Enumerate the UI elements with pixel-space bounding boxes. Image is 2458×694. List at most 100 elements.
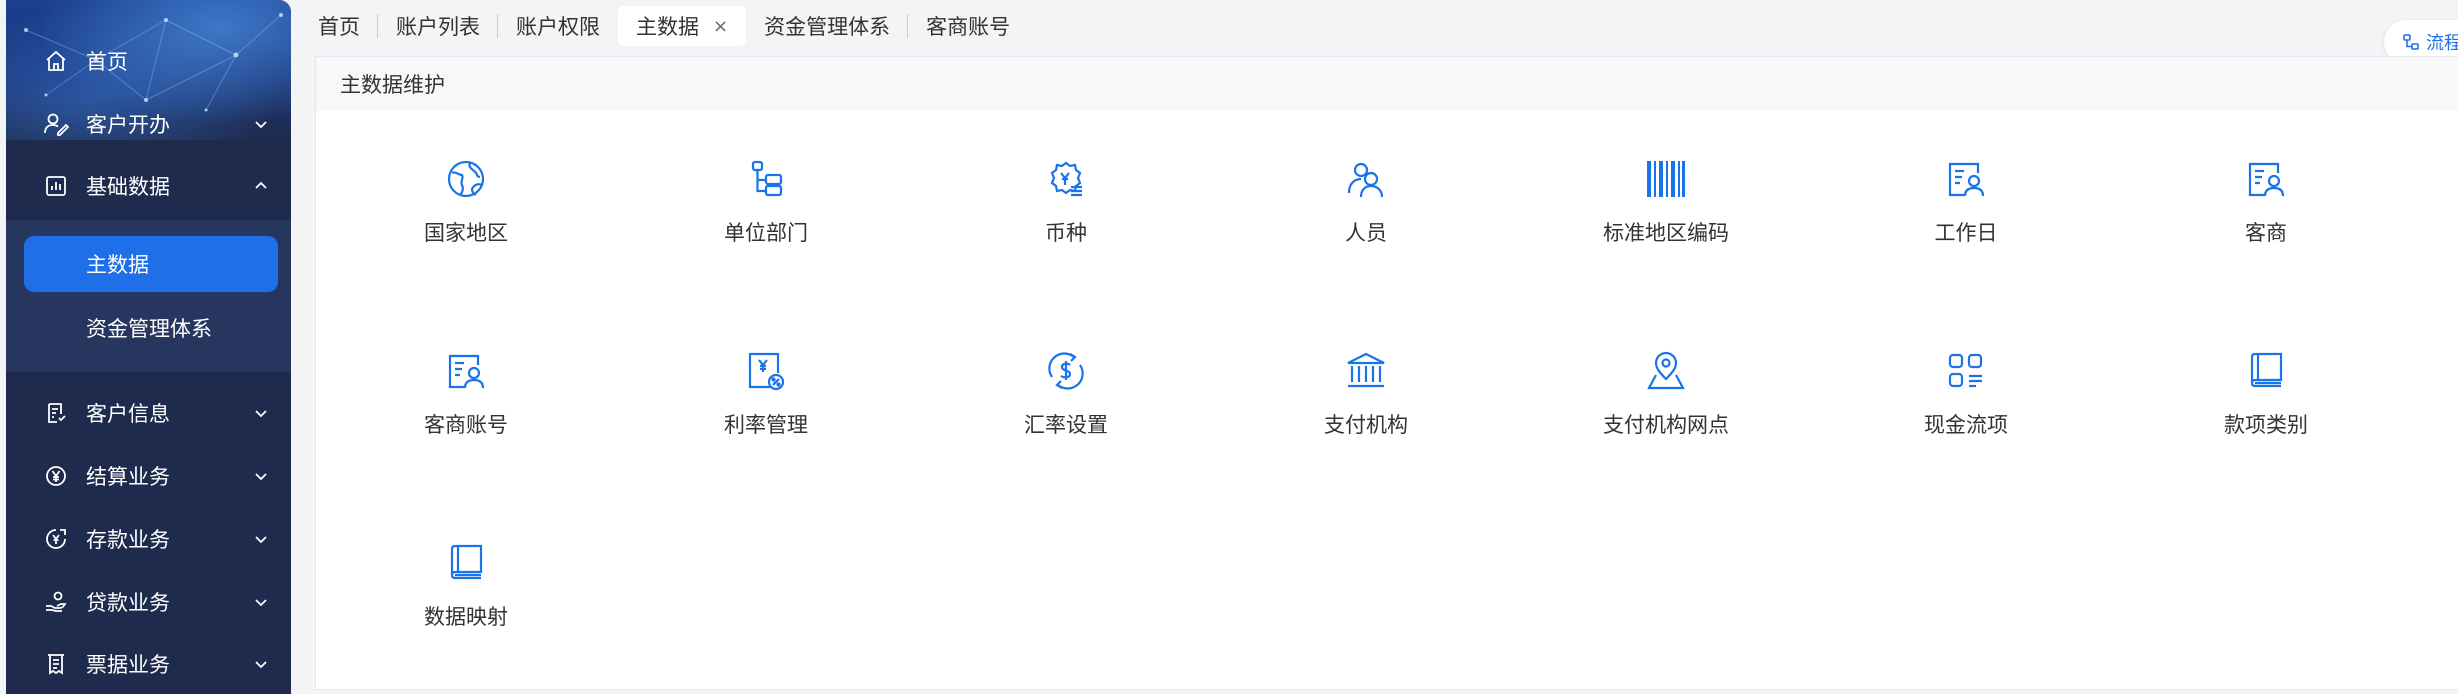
sidebar-item-label: 客户信息 [86, 402, 170, 426]
merchant-card-icon [2244, 157, 2288, 201]
grid-item-label: 利率管理 [724, 413, 808, 437]
grid-item-label: 工作日 [1934, 221, 1998, 245]
grid-item-label: 支付机构 [1324, 413, 1408, 437]
merchant-account-icon [444, 349, 488, 393]
grid-item-payment-institution[interactable]: 支付机构 [1266, 349, 1466, 459]
sidebar-item-base-data[interactable]: 基础数据 [6, 158, 291, 214]
grid-item-personnel[interactable]: 人员 [1266, 157, 1466, 267]
sidebar-item-loan[interactable]: 贷款业务 [6, 574, 291, 630]
grid-item-label: 客商 [2245, 221, 2287, 245]
interest-rate-icon [744, 349, 788, 393]
currency-gear-icon [1044, 157, 1088, 201]
loan-hand-icon [42, 588, 70, 616]
grid-item-label: 支付机构网点 [1603, 413, 1729, 437]
tab-label: 首页 [318, 15, 360, 39]
flow-button-label: 流程 [2426, 33, 2458, 54]
close-icon[interactable]: × [713, 16, 728, 37]
chevron-up-icon [255, 181, 267, 189]
yen-circle-icon [42, 462, 70, 490]
chevron-down-icon [255, 473, 267, 481]
grid-item-data-mapping[interactable]: 数据映射 [366, 541, 566, 651]
sidebar-item-home[interactable]: 首页 [6, 33, 291, 89]
sidebar: 首页 客户开办 基础数据 主数据 资金管理体系 客户信息 结算业务 存款业务 贷… [6, 0, 291, 694]
tab-master-data[interactable]: 主数据 × [618, 6, 747, 46]
panel-title: 主数据维护 [340, 73, 445, 97]
tab-merchant-account[interactable]: 客商账号 [908, 6, 1028, 46]
grid-item-workday[interactable]: 工作日 [1866, 157, 2066, 267]
grid-item-label: 人员 [1345, 221, 1387, 245]
grid-item-payment-category[interactable]: 款项类别 [2166, 349, 2366, 459]
grid-item-currency[interactable]: 币种 [966, 157, 1166, 267]
chevron-down-icon [255, 599, 267, 607]
tab-label: 主数据 [636, 15, 699, 39]
grid-item-merchant-account[interactable]: 客商账号 [366, 349, 566, 459]
submenu-item-label: 主数据 [86, 253, 149, 277]
grid-item-label: 客商账号 [424, 413, 508, 437]
book-icon [2244, 349, 2288, 393]
id-card-icon [1944, 157, 1988, 201]
grid-item-label: 标准地区编码 [1603, 221, 1729, 245]
grid-item-merchant[interactable]: 客商 [2166, 157, 2366, 267]
submenu-item-master-data[interactable]: 主数据 [24, 236, 278, 292]
user-edit-icon [42, 110, 70, 138]
globe-icon [444, 157, 488, 201]
grid-item-label: 现金流项 [1924, 413, 2008, 437]
sidebar-item-label: 首页 [86, 50, 128, 74]
panel-header: 主数据维护 [316, 57, 2458, 111]
deposit-icon [42, 525, 70, 553]
grid-apps-icon [1944, 349, 1988, 393]
grid-item-standard-region-code[interactable]: 标准地区编码 [1566, 157, 1766, 267]
grid-item-label: 款项类别 [2224, 413, 2308, 437]
tab-label: 账户权限 [516, 15, 600, 39]
tab-home[interactable]: 首页 [300, 6, 378, 46]
tab-label: 资金管理体系 [764, 15, 891, 39]
sidebar-item-label: 基础数据 [86, 175, 170, 199]
chevron-down-icon [255, 536, 267, 544]
sidebar-item-label: 票据业务 [86, 653, 170, 677]
chevron-down-icon [255, 410, 267, 418]
grid-item-label: 币种 [1045, 221, 1087, 245]
sidebar-item-label: 结算业务 [86, 465, 170, 489]
grid-item-country-region[interactable]: 国家地区 [366, 157, 566, 267]
chevron-down-icon [255, 121, 267, 129]
sidebar-item-deposit[interactable]: 存款业务 [6, 511, 291, 567]
document-list-icon [42, 399, 70, 427]
sidebar-item-label: 贷款业务 [86, 591, 170, 615]
chevron-down-icon [255, 661, 267, 669]
tab-bar: 首页 账户列表 账户权限 主数据 × 资金管理体系 客商账号 [300, 4, 1028, 48]
tab-label: 账户列表 [396, 15, 480, 39]
home-icon [42, 47, 70, 75]
barcode-icon [1644, 157, 1688, 201]
base-data-submenu: 主数据 资金管理体系 [6, 220, 291, 372]
bank-icon [1344, 349, 1388, 393]
submenu-item-label: 资金管理体系 [86, 317, 212, 341]
tab-account-list[interactable]: 账户列表 [378, 6, 498, 46]
data-chart-icon [42, 172, 70, 200]
org-tree-icon [744, 157, 788, 201]
grid-item-unit-department[interactable]: 单位部门 [666, 157, 866, 267]
grid-item-cash-flow[interactable]: 现金流项 [1866, 349, 2066, 459]
sidebar-item-customer-open[interactable]: 客户开办 [6, 96, 291, 152]
tab-account-permission[interactable]: 账户权限 [498, 6, 618, 46]
grid-item-label: 汇率设置 [1024, 413, 1108, 437]
dollar-exchange-icon [1044, 349, 1088, 393]
bill-icon [42, 650, 70, 678]
tab-fund-system[interactable]: 资金管理体系 [746, 6, 909, 46]
sidebar-item-bill[interactable]: 票据业务 [6, 636, 291, 692]
people-icon [1344, 157, 1388, 201]
flow-icon [2403, 34, 2419, 50]
grid-item-label: 国家地区 [424, 221, 508, 245]
grid-item-label: 数据映射 [424, 605, 508, 629]
grid-item-interest-rate[interactable]: 利率管理 [666, 349, 866, 459]
sidebar-item-label: 客户开办 [86, 113, 170, 137]
sidebar-item-customer-info[interactable]: 客户信息 [6, 385, 291, 441]
data-book-icon [444, 541, 488, 585]
submenu-item-fund-system[interactable]: 资金管理体系 [24, 300, 278, 356]
grid-item-payment-outlet[interactable]: 支付机构网点 [1566, 349, 1766, 459]
sidebar-item-settlement[interactable]: 结算业务 [6, 448, 291, 504]
grid-item-exchange-rate[interactable]: 汇率设置 [966, 349, 1166, 459]
map-pin-icon [1644, 349, 1688, 393]
master-data-panel: 主数据维护 国家地区 单位部门 币种 人员 标准地区编码 工作日 客商 客商账号… [315, 56, 2458, 690]
sidebar-item-label: 存款业务 [86, 528, 170, 552]
tab-label: 客商账号 [926, 15, 1011, 39]
